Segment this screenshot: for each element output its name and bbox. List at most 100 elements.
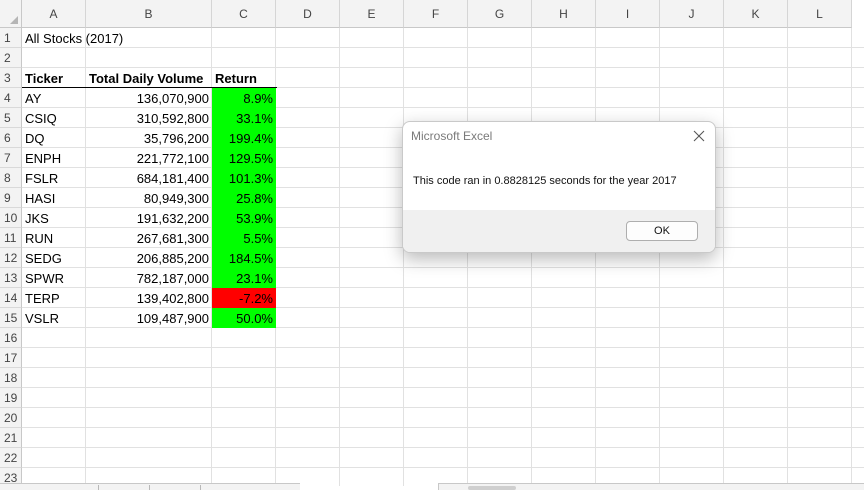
volume-cell[interactable]: 206,885,200	[86, 248, 212, 268]
ticker-cell[interactable]: VSLR	[22, 308, 86, 328]
row-header-9[interactable]: 9	[0, 188, 22, 208]
tab-divider	[200, 485, 201, 490]
row-header-17[interactable]: 17	[0, 348, 22, 368]
volume-cell[interactable]: 684,181,400	[86, 168, 212, 188]
grid-line-vertical	[595, 28, 596, 486]
volume-cell[interactable]: 35,796,200	[86, 128, 212, 148]
ticker-cell[interactable]: ENPH	[22, 148, 86, 168]
column-header-k[interactable]: K	[724, 0, 788, 28]
tab-divider	[149, 485, 150, 490]
volume-cell[interactable]: 109,487,900	[86, 308, 212, 328]
volume-cell[interactable]: 221,772,100	[86, 148, 212, 168]
volume-cell[interactable]: 191,632,200	[86, 208, 212, 228]
grid-line-vertical	[659, 28, 660, 486]
return-cell[interactable]: -7.2%	[212, 288, 276, 308]
return-cell[interactable]: 23.1%	[212, 268, 276, 288]
ticker-cell[interactable]: FSLR	[22, 168, 86, 188]
column-header-e[interactable]: E	[340, 0, 404, 28]
grid-line-vertical	[723, 28, 724, 486]
return-cell[interactable]: 33.1%	[212, 108, 276, 128]
row-header-13[interactable]: 13	[0, 268, 22, 288]
row-header-19[interactable]: 19	[0, 388, 22, 408]
grid-line-vertical	[467, 28, 468, 486]
select-all-corner[interactable]	[0, 0, 22, 28]
grid-line-vertical	[339, 28, 340, 486]
column-header-j[interactable]: J	[660, 0, 724, 28]
ticker-cell[interactable]: RUN	[22, 228, 86, 248]
grid-line-horizontal	[22, 347, 864, 348]
row-header-6[interactable]: 6	[0, 128, 22, 148]
grid-line-vertical	[787, 28, 788, 486]
column-header-l[interactable]: L	[788, 0, 852, 28]
ticker-cell[interactable]: DQ	[22, 128, 86, 148]
return-cell[interactable]: 199.4%	[212, 128, 276, 148]
return-cell[interactable]: 25.8%	[212, 188, 276, 208]
ticker-cell[interactable]: JKS	[22, 208, 86, 228]
column-header-g[interactable]: G	[468, 0, 532, 28]
volume-cell[interactable]: 136,070,900	[86, 88, 212, 108]
grid-line-horizontal	[22, 407, 864, 408]
row-header-3[interactable]: 3	[0, 68, 22, 88]
column-header-d[interactable]: D	[276, 0, 340, 28]
column-header-b[interactable]: B	[86, 0, 212, 28]
dialog-title: Microsoft Excel	[411, 129, 493, 143]
ticker-cell[interactable]: AY	[22, 88, 86, 108]
dialog-message: This code ran in 0.8828125 seconds for t…	[413, 175, 677, 187]
row-header-7[interactable]: 7	[0, 148, 22, 168]
row-header-20[interactable]: 20	[0, 408, 22, 428]
row-header-14[interactable]: 14	[0, 288, 22, 308]
return-cell[interactable]: 8.9%	[212, 88, 276, 108]
cell-a1-title[interactable]: All Stocks (2017)	[22, 28, 212, 48]
return-cell[interactable]: 5.5%	[212, 228, 276, 248]
message-box-dialog: Microsoft Excel This code ran in 0.88281…	[402, 121, 716, 253]
header-total-daily-volume[interactable]: Total Daily Volume	[86, 68, 212, 88]
row-header-10[interactable]: 10	[0, 208, 22, 228]
ticker-cell[interactable]: SPWR	[22, 268, 86, 288]
grid-line-vertical	[403, 28, 404, 486]
return-cell[interactable]: 50.0%	[212, 308, 276, 328]
return-cell[interactable]: 184.5%	[212, 248, 276, 268]
volume-cell[interactable]: 139,402,800	[86, 288, 212, 308]
column-header-i[interactable]: I	[596, 0, 660, 28]
grid-line-horizontal	[22, 427, 864, 428]
return-cell[interactable]: 101.3%	[212, 168, 276, 188]
header-return[interactable]: Return	[212, 68, 276, 88]
volume-cell[interactable]: 267,681,300	[86, 228, 212, 248]
ticker-cell[interactable]: HASI	[22, 188, 86, 208]
close-icon[interactable]	[691, 128, 707, 144]
volume-cell[interactable]: 782,187,000	[86, 268, 212, 288]
ticker-cell[interactable]: SEDG	[22, 248, 86, 268]
return-cell[interactable]: 129.5%	[212, 148, 276, 168]
row-header-8[interactable]: 8	[0, 168, 22, 188]
grid-line-horizontal	[22, 367, 864, 368]
row-header-18[interactable]: 18	[0, 368, 22, 388]
row-header-21[interactable]: 21	[0, 428, 22, 448]
column-header-h[interactable]: H	[532, 0, 596, 28]
row-header-5[interactable]: 5	[0, 108, 22, 128]
grid-line-horizontal	[22, 387, 864, 388]
grid-line-horizontal	[22, 447, 864, 448]
row-header-15[interactable]: 15	[0, 308, 22, 328]
volume-cell[interactable]: 310,592,800	[86, 108, 212, 128]
column-header-f[interactable]: F	[404, 0, 468, 28]
row-header-12[interactable]: 12	[0, 248, 22, 268]
row-header-1[interactable]: 1	[0, 28, 22, 48]
horizontal-scrollbar-thumb[interactable]	[468, 486, 516, 490]
ticker-cell[interactable]: TERP	[22, 288, 86, 308]
row-header-22[interactable]: 22	[0, 448, 22, 468]
row-header-4[interactable]: 4	[0, 88, 22, 108]
column-header-c[interactable]: C	[212, 0, 276, 28]
ticker-cell[interactable]: CSIQ	[22, 108, 86, 128]
ok-button[interactable]: OK	[626, 221, 698, 241]
return-cell[interactable]: 53.9%	[212, 208, 276, 228]
volume-cell[interactable]: 80,949,300	[86, 188, 212, 208]
sheet-tab-strip[interactable]	[0, 483, 300, 490]
row-header-2[interactable]: 2	[0, 48, 22, 68]
grid-line-horizontal	[22, 467, 864, 468]
column-header-a[interactable]: A	[22, 0, 86, 28]
row-header-11[interactable]: 11	[0, 228, 22, 248]
header-ticker[interactable]: Ticker	[22, 68, 86, 88]
select-all-triangle-icon	[10, 16, 18, 24]
tab-divider	[98, 485, 99, 490]
row-header-16[interactable]: 16	[0, 328, 22, 348]
